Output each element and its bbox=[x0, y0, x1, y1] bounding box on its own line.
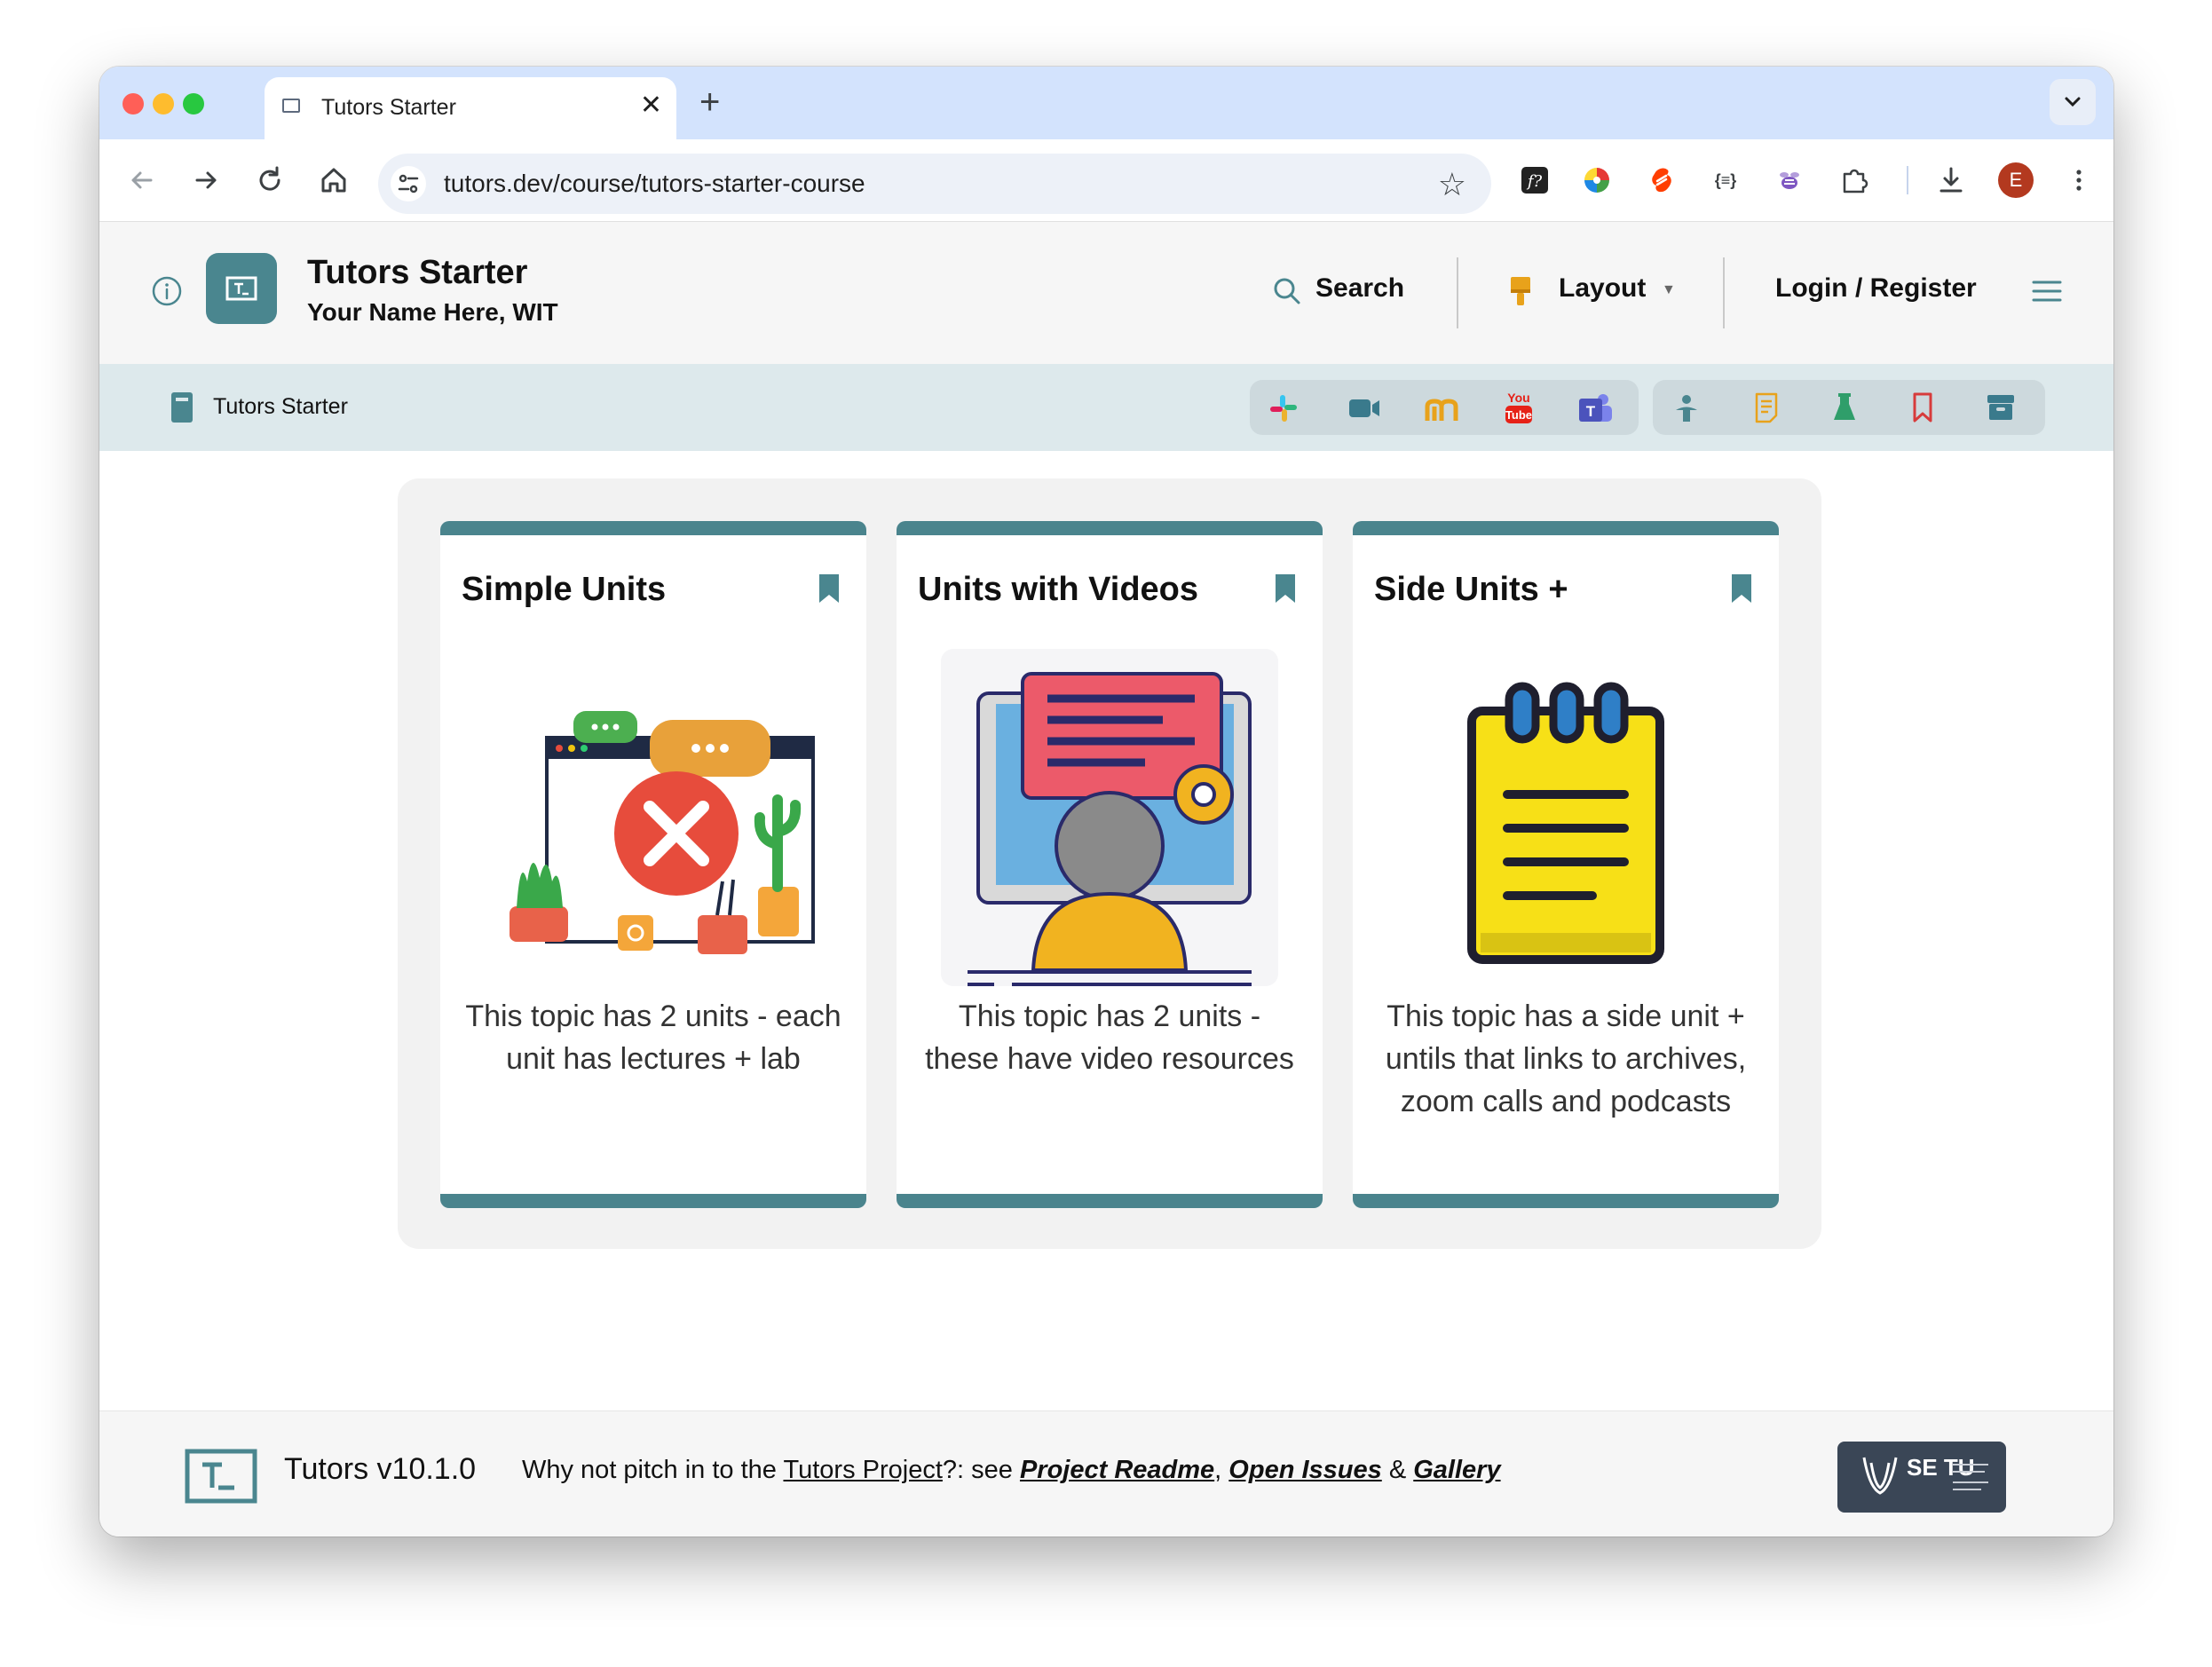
svg-text:Tube: Tube bbox=[1505, 408, 1532, 422]
course-navigation-bar: Tutors Starter You Tube T bbox=[99, 364, 2113, 451]
address-bar[interactable]: tutors.dev/course/tutors-starter-course … bbox=[378, 154, 1491, 214]
maximize-window-button[interactable] bbox=[183, 93, 204, 115]
course-logo[interactable] bbox=[206, 253, 277, 324]
footer-pitch: Why not pitch in to the Tutors Project?:… bbox=[522, 1456, 1501, 1485]
toolbar-separator bbox=[1907, 166, 1908, 194]
svg-text:You: You bbox=[1507, 391, 1529, 405]
home-icon[interactable] bbox=[316, 162, 352, 198]
card-title: Side Units + bbox=[1374, 571, 1568, 608]
tab-search-button[interactable] bbox=[2050, 79, 2096, 125]
minimize-window-button[interactable] bbox=[153, 93, 174, 115]
header-divider-2 bbox=[1723, 257, 1725, 328]
login-register-link[interactable]: Login / Register bbox=[1775, 273, 1977, 304]
gallery-link[interactable]: Gallery bbox=[1413, 1456, 1500, 1484]
simple-units-illustration bbox=[510, 711, 815, 954]
new-tab-button[interactable]: + bbox=[699, 83, 720, 122]
profile-initial: E bbox=[1998, 162, 2034, 198]
tutors-logo-icon bbox=[185, 1449, 257, 1504]
tab-title: Tutors Starter bbox=[321, 95, 456, 120]
breadcrumb-course[interactable]: Tutors Starter bbox=[213, 394, 348, 420]
search-icon[interactable] bbox=[1271, 275, 1303, 307]
puzzle-icon[interactable] bbox=[1837, 162, 1872, 198]
teams-icon[interactable]: T bbox=[1576, 391, 1616, 426]
app-header: Tutors Starter Your Name Here, WIT Searc… bbox=[99, 222, 2113, 364]
zoom-icon[interactable] bbox=[1347, 394, 1381, 423]
youtube-icon[interactable]: You Tube bbox=[1504, 389, 1534, 426]
download-icon[interactable] bbox=[1933, 162, 1969, 198]
svg-text:f?: f? bbox=[1526, 172, 1543, 191]
tune-icon bbox=[398, 174, 419, 194]
pitch-amp: & bbox=[1381, 1456, 1414, 1484]
setu-logo-text: SE TU bbox=[1907, 1454, 1975, 1481]
topic-card-simple-units[interactable]: Simple Units This topic has 2 units - ea… bbox=[440, 521, 866, 1208]
browser-window: Tutors Starter ✕ + tutors.dev/course/tut… bbox=[99, 67, 2113, 1537]
paint-brush-icon[interactable] bbox=[1505, 273, 1536, 309]
setu-logo[interactable]: SE TU bbox=[1837, 1442, 2006, 1513]
archive-icon[interactable] bbox=[1985, 391, 2017, 424]
hamburger-menu-icon[interactable] bbox=[2031, 275, 2063, 307]
tutors-favicon-icon bbox=[282, 99, 300, 113]
info-icon[interactable] bbox=[151, 275, 183, 307]
pitch-middle: ?: see bbox=[942, 1456, 1020, 1484]
header-divider bbox=[1457, 257, 1458, 328]
layout-menu[interactable]: Layout bbox=[1559, 273, 1646, 304]
card-description: This topic has a side unit + untils that… bbox=[1385, 999, 1747, 1118]
topic-card-side-units[interactable]: Side Units + This topic has a side unit … bbox=[1353, 521, 1779, 1208]
moodle-icon[interactable] bbox=[1424, 392, 1463, 424]
search-button[interactable]: Search bbox=[1315, 273, 1404, 304]
project-readme-link[interactable]: Project Readme bbox=[1020, 1456, 1214, 1484]
page-footer: Tutors v10.1.0 Why not pitch in to the T… bbox=[99, 1410, 2113, 1537]
card-description: This topic has 2 units - each unit has l… bbox=[465, 999, 841, 1076]
svelte-icon[interactable] bbox=[1644, 162, 1679, 198]
topic-card-units-with-videos[interactable]: Units with Videos This topic has 2 units… bbox=[897, 521, 1323, 1208]
chevron-down-icon bbox=[2065, 97, 2081, 107]
close-window-button[interactable] bbox=[122, 93, 144, 115]
bookmark-star-icon[interactable]: ☆ bbox=[1438, 166, 1466, 203]
back-arrow-icon[interactable] bbox=[124, 162, 160, 198]
open-issues-link[interactable]: Open Issues bbox=[1228, 1456, 1381, 1484]
svg-text:T: T bbox=[1586, 403, 1596, 420]
fx-icon[interactable]: f? bbox=[1517, 162, 1552, 198]
tab-tutors-starter[interactable]: Tutors Starter ✕ bbox=[265, 77, 676, 139]
bookmark-icon[interactable] bbox=[1273, 573, 1298, 604]
course-tools-bar bbox=[1653, 380, 2045, 435]
color-wheel-icon[interactable] bbox=[1579, 162, 1615, 198]
pitch-comma: , bbox=[1214, 1456, 1229, 1484]
json-braces-icon[interactable]: {≡} bbox=[1708, 162, 1743, 198]
card-title: Simple Units bbox=[462, 571, 667, 608]
card-title: Units with Videos bbox=[918, 571, 1199, 608]
tutors-project-link[interactable]: Tutors Project bbox=[783, 1456, 942, 1484]
notepad-illustration bbox=[1467, 682, 1664, 964]
course-title: Tutors Starter bbox=[307, 254, 528, 291]
setu-emblem-icon: SE TU bbox=[1862, 1454, 1988, 1495]
person-icon[interactable] bbox=[1671, 392, 1702, 424]
browser-toolbar: tutors.dev/course/tutors-starter-course … bbox=[99, 139, 2113, 222]
tutors-logo-icon bbox=[225, 276, 257, 301]
profile-avatar[interactable]: E bbox=[1998, 162, 2034, 198]
slack-icon[interactable] bbox=[1268, 392, 1300, 424]
bookmark-icon[interactable] bbox=[1729, 573, 1754, 604]
bookmark-icon[interactable] bbox=[817, 573, 841, 604]
reload-icon[interactable] bbox=[252, 162, 288, 198]
site-info-button[interactable] bbox=[391, 166, 426, 201]
bookmark-icon[interactable] bbox=[1908, 391, 1937, 424]
browser-menu-icon[interactable] bbox=[2061, 162, 2097, 198]
bee-icon[interactable] bbox=[1772, 162, 1807, 198]
topics-board: Simple Units This topic has 2 units - ea… bbox=[398, 478, 1821, 1249]
video-units-illustration bbox=[941, 649, 1278, 986]
layout-caret-icon[interactable]: ▼ bbox=[1662, 282, 1676, 298]
notes-icon[interactable] bbox=[1752, 391, 1781, 424]
book-icon bbox=[171, 392, 193, 423]
tab-close-icon[interactable]: ✕ bbox=[640, 90, 662, 121]
forward-arrow-icon[interactable] bbox=[188, 162, 224, 198]
lab-icon[interactable] bbox=[1830, 391, 1859, 424]
pitch-prefix: Why not pitch in to the bbox=[522, 1456, 784, 1484]
course-subtitle: Your Name Here, WIT bbox=[307, 298, 558, 326]
companions-bar: You Tube T bbox=[1250, 380, 1639, 435]
card-description: This topic has 2 units - these have vide… bbox=[925, 999, 1294, 1076]
url-text[interactable]: tutors.dev/course/tutors-starter-course bbox=[444, 170, 865, 198]
tab-strip: Tutors Starter ✕ + bbox=[99, 67, 2113, 139]
tutors-version: Tutors v10.1.0 bbox=[284, 1452, 477, 1486]
